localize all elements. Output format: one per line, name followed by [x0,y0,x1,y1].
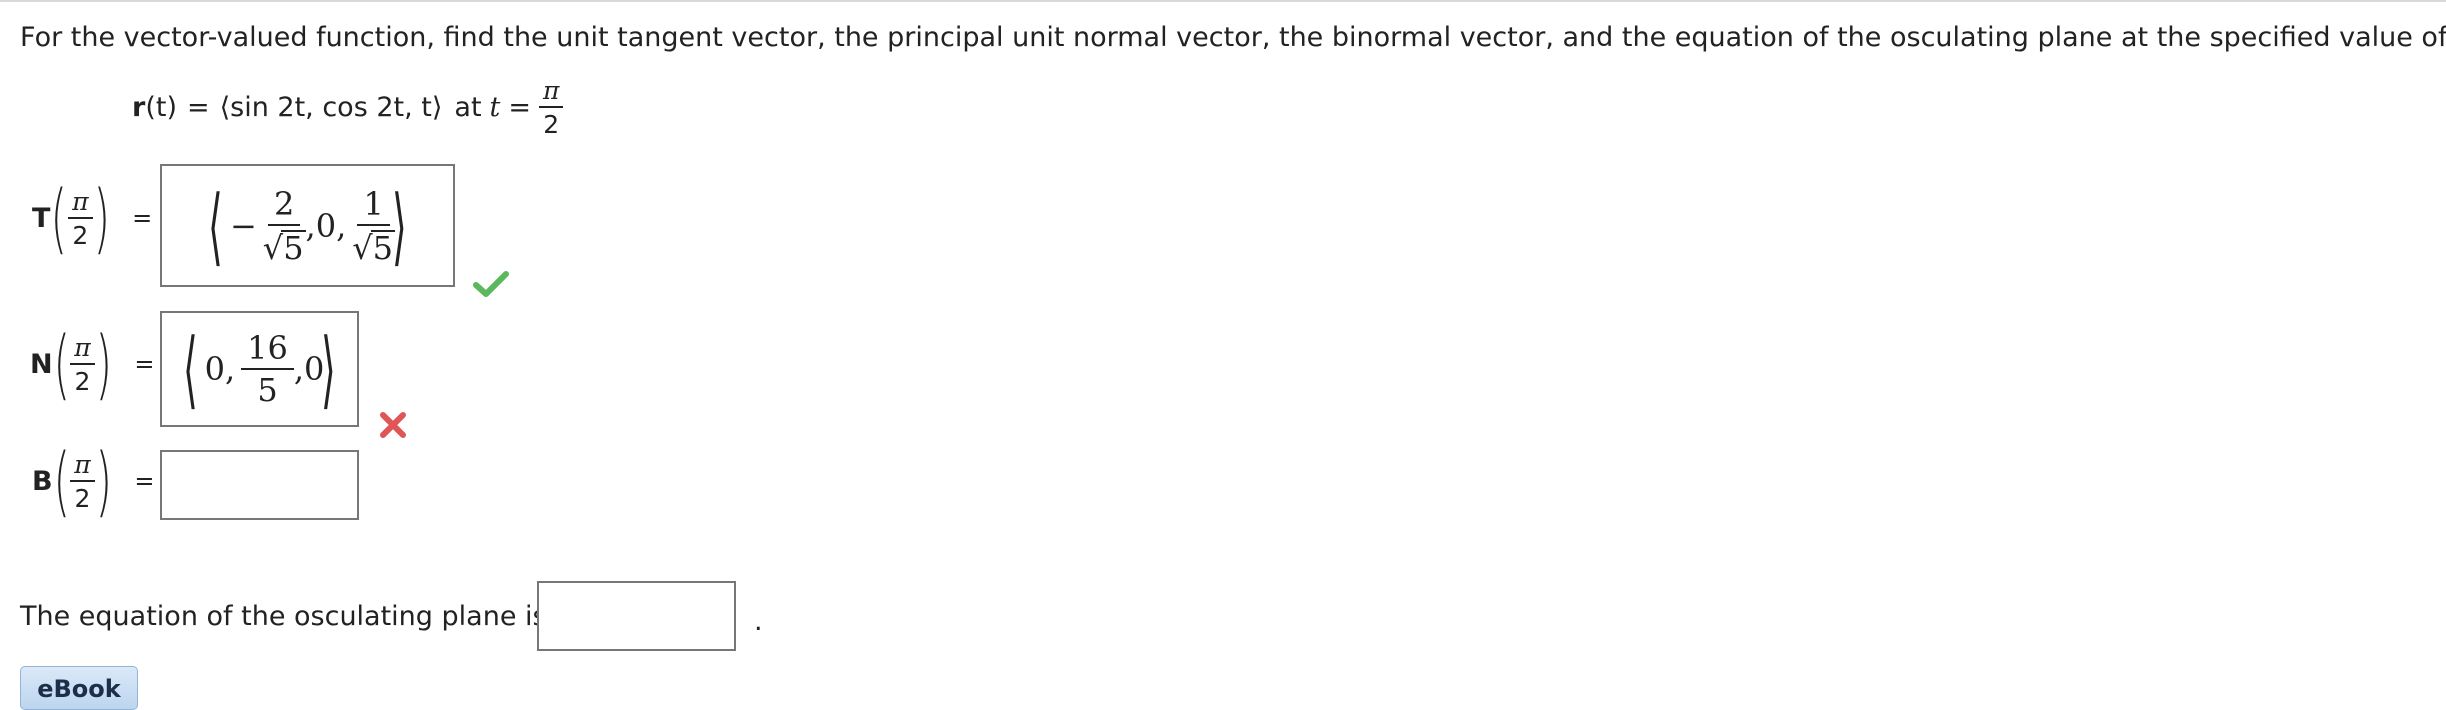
paren-right-icon: ) [95,436,112,525]
row-B-arg-num: π [70,452,95,482]
normal-answer-box[interactable]: ⟨ 0 , 16 5 , 0 ⟩ [160,311,359,427]
row-B-arg: π 2 [70,452,95,513]
tangent-c2: 0 [315,206,337,245]
tangent-answer-box[interactable]: ⟨ − 2 √ 5 , 0 , 1 √ 5 ⟩ [160,164,455,287]
given-t-num: π [539,78,564,108]
row-B-label: B ( π 2 ) = [32,443,154,519]
row-N-arg-num: π [70,335,95,365]
row-B-letter: B [32,465,53,497]
given-function: r (t) = ⟨sin 2t, cos 2t, t⟩ at t = π 2 [132,78,564,139]
normal-sep2: , [293,350,305,388]
normal-c2-den: 5 [257,371,278,409]
given-components: ⟨sin 2t, cos 2t, t⟩ [219,92,443,123]
angle-right-icon: ⟩ [321,320,337,418]
question-prompt-text: For the vector-valued function, find the… [20,22,2446,53]
row-T-arg-den: 2 [72,220,89,250]
tangent-sep1: , [305,206,316,245]
angle-left-icon: ⟨ [182,320,198,418]
row-N-arg: π 2 [70,335,95,396]
tangent-c1-den: √ 5 [263,226,306,264]
cross-icon [378,410,408,444]
ebook-button[interactable]: eBook [20,666,138,710]
row-B-equals: = [134,467,155,495]
paren-right-icon: ) [93,173,110,262]
row-N-arg-den: 2 [74,366,91,396]
top-divider [0,0,2446,2]
angle-right-icon: ⟩ [392,176,407,275]
plane-period: . [754,606,763,637]
row-B-arg-den: 2 [74,483,91,513]
given-t-var: t [489,92,501,123]
normal-sep1: , [224,350,236,388]
paren-left-icon: ( [51,173,68,262]
sqrt-icon: √ [352,228,373,267]
paren-left-icon: ( [53,436,70,525]
row-T-arg-num: π [68,189,93,219]
normal-c2-num: 16 [241,332,294,370]
angle-left-icon: ⟨ [208,176,223,275]
sqrt-icon: √ [262,228,284,267]
row-T-equals: = [132,204,153,232]
given-t-equals: = [508,92,532,123]
row-T-arg: π 2 [68,189,93,250]
tangent-c3-den: √ 5 [352,226,395,264]
tangent-c3: 1 √ 5 [352,188,395,264]
row-T-label: T ( π 2 ) = [32,180,152,256]
tangent-c1: 2 √ 5 [263,188,306,264]
checkmark-icon [473,270,509,304]
tangent-sign: − [229,206,257,245]
given-t-fraction: π 2 [539,78,564,139]
given-equals: = [186,92,210,123]
plane-row: The equation of the osculating plane is [20,601,547,632]
paren-left-icon: ( [53,319,70,408]
row-N-label: N ( π 2 ) = [30,326,154,402]
normal-c1: 0 [204,350,225,388]
r-arg: (t) [145,92,177,123]
normal-c2: 16 5 [241,332,294,406]
binormal-answer-box[interactable] [160,450,359,520]
question-prompt: For the vector-valued function, find the… [20,22,2446,53]
tangent-answer-expression: ⟨ − 2 √ 5 , 0 , 1 √ 5 ⟩ [208,176,407,275]
given-at: at [454,92,482,123]
plane-answer-box[interactable] [537,581,736,651]
row-T-letter: T [32,202,51,234]
row-N-equals: = [134,350,155,378]
tangent-sep2: , [336,206,347,245]
r-name: r [132,92,146,123]
normal-answer-expression: ⟨ 0 , 16 5 , 0 ⟩ [182,320,337,418]
row-N-letter: N [30,348,53,380]
plane-label: The equation of the osculating plane is [20,601,547,632]
tangent-c1-num: 2 [267,188,301,226]
tangent-c3-num: 1 [357,188,390,226]
paren-right-icon: ) [95,319,112,408]
tangent-c1-radicand: 5 [281,228,306,267]
given-t-den: 2 [543,110,560,139]
